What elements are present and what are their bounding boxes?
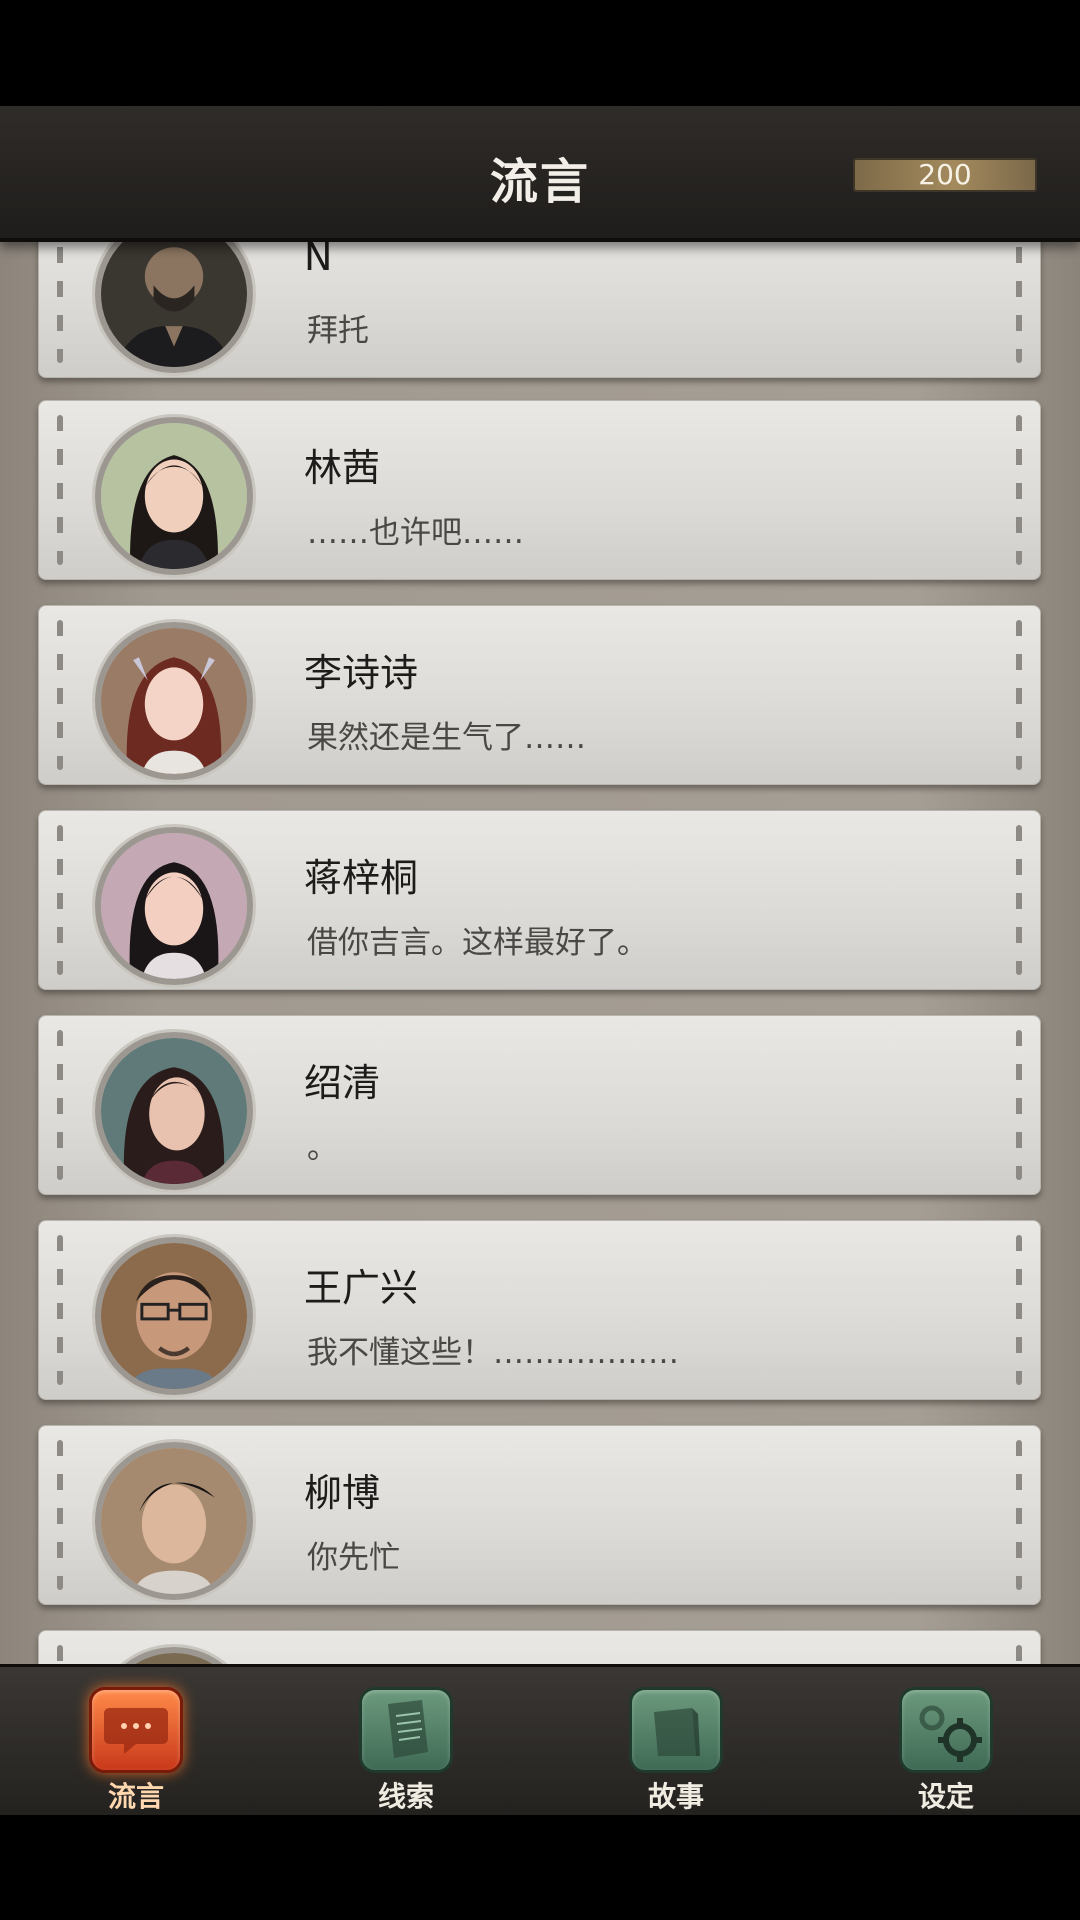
contact-row-liubo[interactable]: 柳博 你先忙 [38, 1425, 1041, 1605]
top-bar: 流言 200 [0, 106, 1080, 242]
contact-row-lishishi[interactable]: 李诗诗 果然还是生气了…… [38, 605, 1041, 785]
tab-story[interactable]: 故事 [616, 1687, 736, 1817]
man-avatar [95, 1442, 253, 1600]
contact-name: 绍清 [304, 1061, 381, 1105]
contact-name: 李诗诗 [304, 651, 419, 695]
contact-list[interactable]: N 拜托 林茜 ……也许吧…… 李诗诗 果然还是生气了…… 蒋梓桐 借你吉言。这… [0, 238, 1080, 1664]
contact-name: 蒋梓桐 [304, 856, 419, 900]
contact-row-linqian[interactable]: 林茜 ……也许吧…… [38, 400, 1041, 580]
chat-bubble-icon [89, 1687, 183, 1773]
tab-settings[interactable]: 设定 [886, 1687, 1006, 1817]
woman-red-hair-avatar [95, 622, 253, 780]
contact-message: 借你吉言。这样最好了。 [307, 925, 648, 961]
contact-message: 我不懂这些！……………… [307, 1335, 679, 1371]
contact-name: 柳博 [304, 1471, 381, 1515]
tab-label: 流言 [107, 1780, 164, 1813]
contact-message: 拜托 [307, 313, 369, 349]
contact-message: 你先忙 [307, 1540, 400, 1576]
tab-rumors[interactable]: 流言 [76, 1687, 196, 1817]
book-icon [629, 1687, 723, 1773]
tab-clues[interactable]: 线索 [346, 1687, 466, 1817]
bottom-tab-bar: 流言 线索 故事 设定 [0, 1664, 1080, 1815]
contact-row-wangguangxing[interactable]: 王广兴 我不懂这些！……………… [38, 1220, 1041, 1400]
contact-avatar [95, 1647, 253, 1664]
woman-avatar [95, 417, 253, 575]
system-nav-area [0, 1812, 1080, 1920]
document-icon [359, 1687, 453, 1773]
woman-avatar [95, 827, 253, 985]
contact-row-jiangzitong[interactable]: 蒋梓桐 借你吉言。这样最好了。 [38, 810, 1041, 990]
contact-row-n[interactable]: N 拜托 [38, 238, 1041, 378]
coin-balance: 200 [853, 158, 1037, 192]
man-bearded-avatar [95, 238, 253, 373]
contact-name: 王广兴 [304, 1266, 419, 1310]
man-glasses-avatar [95, 1237, 253, 1395]
contact-name: 林茜 [304, 446, 381, 490]
gear-icon [899, 1687, 993, 1773]
tab-label: 故事 [647, 1780, 704, 1813]
woman-avatar [95, 1032, 253, 1190]
contact-row-partial[interactable] [38, 1630, 1041, 1664]
contact-name: N [304, 238, 333, 279]
contact-message: ……也许吧…… [307, 515, 524, 551]
tab-label: 线索 [377, 1780, 434, 1813]
contact-row-shaoqing[interactable]: 绍清 。 [38, 1015, 1041, 1195]
contact-message: 果然还是生气了…… [307, 720, 586, 756]
contact-message: 。 [307, 1130, 338, 1166]
tab-label: 设定 [917, 1780, 974, 1813]
